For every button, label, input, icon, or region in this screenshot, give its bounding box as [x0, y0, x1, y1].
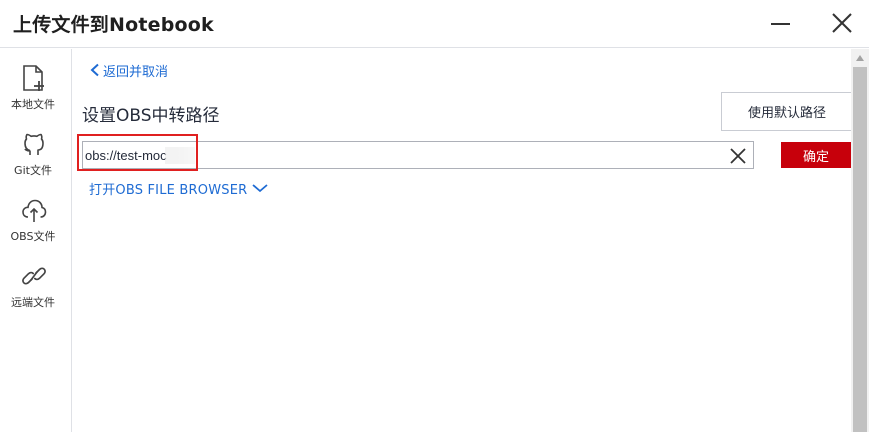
dialog-title: 上传文件到Notebook: [13, 14, 214, 36]
file-add-icon: [21, 64, 47, 92]
clear-icon: [730, 148, 746, 164]
scrollbar-thumb[interactable]: [853, 67, 867, 432]
sidebar-item-label: 远端文件: [11, 296, 55, 309]
open-obs-file-browser-toggle[interactable]: 打开OBS FILE BROWSER: [89, 179, 269, 198]
sidebar-item-label: Git文件: [14, 164, 52, 177]
use-default-path-button[interactable]: 使用默认路径: [721, 92, 853, 131]
sidebar-item-label: OBS文件: [10, 230, 56, 243]
vertical-scrollbar[interactable]: [851, 49, 869, 432]
sidebar-item-git-file[interactable]: Git文件: [0, 130, 72, 192]
chevron-down-icon: [252, 184, 268, 193]
minimize-icon: [771, 23, 790, 25]
chevron-left-icon: [90, 63, 99, 77]
scroll-up-arrow-icon[interactable]: [855, 54, 865, 62]
sidebar-item-remote-file[interactable]: 远端文件: [0, 262, 72, 324]
clear-input-button[interactable]: [728, 146, 748, 166]
minimize-button[interactable]: [763, 8, 797, 38]
close-button[interactable]: [825, 8, 859, 38]
obs-path-field: [82, 141, 754, 169]
github-icon: [21, 130, 47, 158]
link-icon: [21, 262, 47, 290]
upload-dialog: 上传文件到Notebook 本地文件 Git文件 OBS文件 远端文件 返回并取…: [0, 0, 869, 432]
obs-browser-toggle-label: 打开OBS FILE BROWSER: [89, 182, 248, 198]
sidebar-item-label: 本地文件: [11, 98, 55, 111]
confirm-button[interactable]: 确定: [781, 142, 851, 168]
title-bar: 上传文件到Notebook: [0, 0, 869, 48]
sidebar-item-obs-file[interactable]: OBS文件: [0, 196, 72, 258]
source-sidebar: 本地文件 Git文件 OBS文件 远端文件: [0, 49, 72, 432]
close-icon: [832, 13, 852, 33]
section-title: 设置OBS中转路径: [82, 106, 220, 126]
main-panel: 返回并取消 设置OBS中转路径 使用默认路径 确定 打开OBS FILE BRO…: [73, 49, 853, 432]
sidebar-item-local-file[interactable]: 本地文件: [0, 64, 72, 126]
back-cancel-link[interactable]: 返回并取消: [89, 61, 169, 80]
redacted-text-blur: [165, 147, 195, 164]
back-cancel-label: 返回并取消: [103, 64, 169, 80]
cloud-upload-icon: [21, 196, 47, 224]
